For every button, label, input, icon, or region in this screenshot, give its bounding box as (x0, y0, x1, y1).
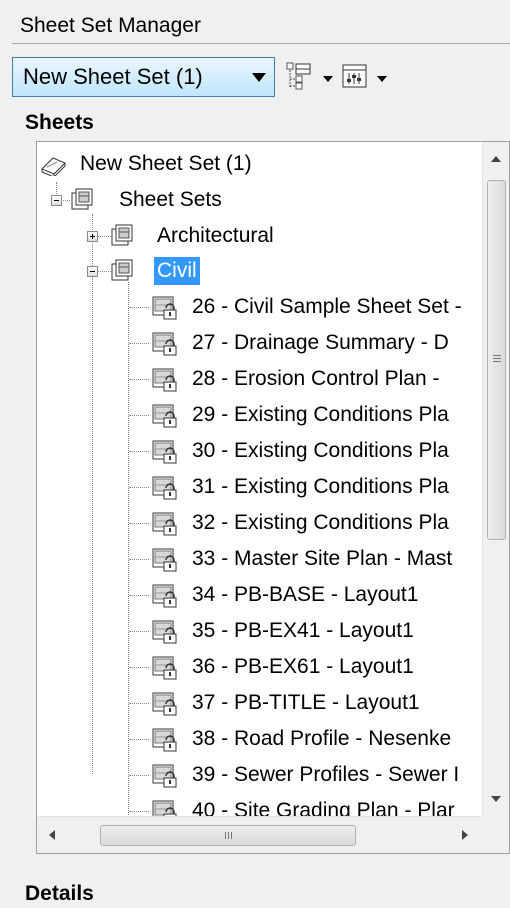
tree-item-label: Sheet Sets (119, 188, 222, 211)
sheet-item[interactable]: 32 - Existing Conditions Pla (37, 505, 477, 541)
scroll-right-icon[interactable] (462, 830, 468, 840)
sheet-lock-icon (152, 584, 177, 608)
sheet-item-label: 33 - Master Site Plan - Mast (192, 547, 453, 570)
sheet-lock-icon (152, 620, 177, 644)
sheet-lock-icon (152, 368, 177, 392)
sheet-lock-icon (152, 332, 177, 356)
sheet-item[interactable]: 30 - Existing Conditions Pla (37, 433, 477, 469)
subset-icon (111, 224, 133, 246)
sheet-item[interactable]: 29 - Existing Conditions Pla (37, 397, 477, 433)
vertical-scrollbar[interactable] (482, 142, 509, 816)
sheet-item[interactable]: 34 - PB-BASE - Layout1 (37, 577, 477, 613)
sheet-item-label: 28 - Erosion Control Plan - (192, 367, 440, 390)
sheet-views-button[interactable] (286, 60, 336, 92)
scroll-up-icon[interactable] (491, 156, 501, 162)
sheet-item[interactable]: 39 - Sewer Profiles - Sewer I (37, 757, 477, 793)
chevron-down-icon (323, 76, 333, 82)
properties-icon (342, 64, 367, 88)
collapse-icon[interactable] (51, 195, 62, 206)
tree-item-architectural[interactable]: Architectural (37, 218, 477, 254)
sheet-item[interactable]: 33 - Master Site Plan - Mast (37, 541, 477, 577)
sheet-item[interactable]: 35 - PB-EX41 - Layout1 (37, 613, 477, 649)
collapse-icon[interactable] (87, 266, 98, 277)
sheet-lock-icon (152, 548, 177, 572)
sheet-lock-icon (152, 656, 177, 680)
sheet-item-label: 30 - Existing Conditions Pla (192, 439, 449, 462)
sheet-item[interactable]: 27 - Drainage Summary - D (37, 325, 477, 361)
sheet-item-label: 32 - Existing Conditions Pla (192, 511, 449, 534)
sheet-item[interactable]: 28 - Erosion Control Plan - (37, 361, 477, 397)
subset-icon (71, 188, 93, 210)
scroll-down-icon[interactable] (491, 796, 501, 802)
expand-icon[interactable] (87, 231, 98, 242)
sheet-item-label: 37 - PB-TITLE - Layout1 (192, 691, 420, 714)
chevron-down-icon (377, 76, 387, 82)
details-section-label: Details (25, 882, 94, 905)
sheets-section-label: Sheets (25, 111, 94, 134)
sheet-item-label: 39 - Sewer Profiles - Sewer I (192, 763, 460, 786)
horizontal-scroll-thumb[interactable] (100, 825, 356, 846)
tree-item-civil[interactable]: Civil (37, 253, 477, 289)
sheet-set-icon (41, 157, 66, 176)
scroll-corner (482, 816, 509, 853)
sheet-item[interactable]: 38 - Road Profile - Nesenke (37, 721, 477, 757)
sheet-item-label: 38 - Road Profile - Nesenke (192, 727, 452, 750)
sheet-item-label: 36 - PB-EX61 - Layout1 (192, 655, 414, 678)
sheet-item-label: 35 - PB-EX41 - Layout1 (192, 619, 414, 642)
subset-icon (111, 259, 133, 281)
sheet-lock-icon (152, 440, 177, 464)
sheet-lock-icon (152, 764, 177, 788)
tree-item-label: Civil (154, 257, 200, 285)
sheet-item[interactable]: 37 - PB-TITLE - Layout1 (37, 685, 477, 721)
horizontal-scrollbar[interactable] (37, 816, 482, 853)
sheet-lock-icon (152, 296, 177, 320)
sheet-item[interactable]: 36 - PB-EX61 - Layout1 (37, 649, 477, 685)
sheet-item-label: 29 - Existing Conditions Pla (192, 403, 449, 426)
sheet-tree[interactable]: New Sheet Set (1) Sheet Sets Architectur… (36, 141, 510, 854)
vertical-scroll-thumb[interactable] (487, 180, 506, 540)
layout-icon (286, 62, 311, 90)
tree-item-label: Architectural (157, 224, 274, 247)
sheet-lock-icon (152, 512, 177, 536)
properties-button[interactable] (342, 60, 390, 92)
tree-item-label: New Sheet Set (1) (80, 152, 252, 175)
sheet-item[interactable]: 26 - Civil Sample Sheet Set - (37, 289, 477, 325)
sheet-item-label: 34 - PB-BASE - Layout1 (192, 583, 419, 606)
sheet-item[interactable]: 31 - Existing Conditions Pla (37, 469, 477, 505)
chevron-down-icon (252, 73, 266, 82)
scroll-left-icon[interactable] (49, 830, 55, 840)
sheet-lock-icon (152, 404, 177, 428)
sheet-lock-icon (152, 476, 177, 500)
sheet-item-label: 26 - Civil Sample Sheet Set - (192, 295, 462, 318)
tree-item-sheet-sets[interactable]: Sheet Sets (37, 182, 477, 218)
sheet-lock-icon (152, 728, 177, 752)
sheet-set-combo-value: New Sheet Set (1) (23, 64, 203, 89)
sheet-lock-icon (152, 692, 177, 716)
tree-item-root[interactable]: New Sheet Set (1) (37, 146, 477, 182)
sheet-set-combo[interactable]: New Sheet Set (1) (12, 57, 275, 97)
sheet-item-label: 27 - Drainage Summary - D (192, 331, 449, 354)
panel-title: Sheet Set Manager (12, 8, 510, 44)
sheet-item-label: 31 - Existing Conditions Pla (192, 475, 449, 498)
